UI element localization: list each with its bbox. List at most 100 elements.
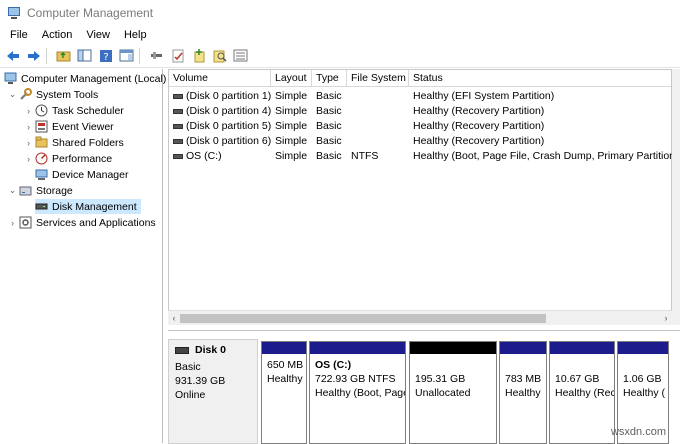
partition-size: 650 MB bbox=[267, 359, 304, 371]
event-viewer-icon bbox=[35, 120, 48, 133]
help-icon[interactable]: ? bbox=[97, 47, 114, 64]
tree-item-label: Disk Management bbox=[52, 200, 137, 213]
chevron-right-icon[interactable]: › bbox=[24, 122, 33, 132]
column-header-layout[interactable]: Layout bbox=[271, 70, 312, 87]
partition-block[interactable]: 650 MB Healthy bbox=[261, 341, 307, 444]
table-row[interactable]: (Disk 0 partition 6) Simple Basic Health… bbox=[169, 134, 671, 149]
menu-help[interactable]: Help bbox=[117, 29, 154, 41]
tree-item-system-tools[interactable]: ⌄ System Tools bbox=[8, 87, 98, 102]
cell-file-system bbox=[347, 134, 351, 149]
tree-item-storage[interactable]: ⌄ Storage bbox=[8, 183, 73, 198]
cell-volume: (Disk 0 partition 4) bbox=[169, 104, 271, 119]
tree-item-performance[interactable]: › Performance bbox=[24, 151, 112, 166]
new-icon[interactable] bbox=[190, 47, 207, 64]
table-row[interactable]: (Disk 0 partition 1) Simple Basic Health… bbox=[169, 89, 671, 104]
chevron-down-icon[interactable]: ⌄ bbox=[8, 185, 17, 196]
cell-type: Basic bbox=[316, 150, 342, 162]
search-icon[interactable] bbox=[211, 47, 228, 64]
up-folder-icon[interactable] bbox=[55, 47, 72, 64]
tree-item-label: Performance bbox=[52, 152, 113, 165]
properties-icon[interactable] bbox=[118, 47, 135, 64]
menu-bar: File Action View Help bbox=[0, 26, 680, 44]
cell-file-system bbox=[347, 89, 351, 104]
tree-item-label: Task Scheduler bbox=[52, 104, 124, 117]
volume-icon bbox=[173, 108, 183, 114]
unallocated-bar bbox=[410, 342, 496, 354]
partition-status: Healthy ( bbox=[623, 387, 666, 399]
partition-bar bbox=[618, 342, 668, 354]
column-header-status[interactable]: Status bbox=[409, 70, 671, 87]
partition-status: Unallocated bbox=[415, 387, 471, 399]
column-header-file-system[interactable]: File System bbox=[347, 70, 409, 87]
disk-drive-icon bbox=[35, 200, 48, 213]
tree-item-device-manager[interactable]: Device Manager bbox=[35, 167, 128, 182]
scroll-right-icon[interactable]: › bbox=[660, 311, 672, 326]
scrollbar-thumb[interactable] bbox=[180, 314, 546, 323]
tree-item-computer-management[interactable]: Computer Management (Local) bbox=[4, 71, 166, 86]
chevron-down-icon[interactable]: ⌄ bbox=[8, 89, 17, 100]
table-row[interactable]: (Disk 0 partition 5) Simple Basic Health… bbox=[169, 119, 671, 134]
navigation-tree: Computer Management (Local) ⌄ System Too… bbox=[0, 69, 166, 443]
partition-name: OS (C:) bbox=[315, 359, 352, 371]
shared-folder-icon bbox=[35, 136, 48, 149]
tree-item-task-scheduler[interactable]: › Task Scheduler bbox=[24, 103, 124, 118]
partition-block-os[interactable]: OS (C:) 722.93 GB NTFS Healthy (Boot, Pa… bbox=[309, 341, 406, 444]
column-header-type[interactable]: Type bbox=[312, 70, 347, 87]
partition-status: Healthy (Rec bbox=[555, 387, 614, 399]
volume-list-header: Volume Layout Type File System Status bbox=[169, 70, 671, 87]
show-hide-tree-icon[interactable] bbox=[76, 47, 93, 64]
table-row[interactable]: (Disk 0 partition 4) Simple Basic Health… bbox=[169, 104, 671, 119]
cell-type: Basic bbox=[316, 105, 342, 117]
storage-icon bbox=[19, 184, 32, 197]
disk-name: Disk 0 bbox=[195, 344, 226, 356]
disk-info-panel[interactable]: Disk 0 Basic 931.39 GB Online bbox=[168, 339, 258, 444]
menu-view[interactable]: View bbox=[79, 29, 117, 41]
cell-volume: (Disk 0 partition 6) bbox=[169, 134, 271, 149]
cell-volume: (Disk 0 partition 5) bbox=[169, 119, 271, 134]
scroll-left-icon[interactable]: ‹ bbox=[168, 311, 180, 326]
partition-block[interactable]: 10.67 GB Healthy (Rec bbox=[549, 341, 615, 444]
back-icon[interactable] bbox=[4, 47, 21, 64]
partition-size: 1.06 GB bbox=[623, 373, 662, 385]
cell-type: Basic bbox=[316, 90, 342, 102]
column-header-volume[interactable]: Volume bbox=[169, 70, 271, 87]
services-icon bbox=[19, 216, 32, 229]
cell-status: Healthy (Recovery Partition) bbox=[413, 135, 545, 147]
tree-item-label: Device Manager bbox=[52, 168, 129, 181]
connect-icon[interactable] bbox=[148, 47, 165, 64]
forward-icon[interactable] bbox=[25, 47, 42, 64]
partition-size: 10.67 GB bbox=[555, 373, 600, 385]
tree-item-event-viewer[interactable]: › Event Viewer bbox=[24, 119, 114, 134]
horizontal-scrollbar[interactable]: ‹ › bbox=[168, 310, 672, 325]
partition-status: Healthy (Boot, Page bbox=[315, 387, 405, 399]
watermark: wsxdn.com bbox=[610, 426, 666, 438]
tree-item-label: Storage bbox=[36, 184, 73, 197]
partition-status: Healthy bbox=[267, 373, 303, 385]
chevron-right-icon[interactable]: › bbox=[24, 154, 33, 164]
cell-volume: OS (C:) bbox=[169, 149, 222, 164]
cell-status: Healthy (Boot, Page File, Crash Dump, Pr… bbox=[413, 150, 679, 162]
performance-icon bbox=[35, 152, 48, 165]
chevron-right-icon[interactable]: › bbox=[8, 218, 17, 228]
chevron-right-icon[interactable]: › bbox=[24, 106, 33, 116]
tree-item-label: Shared Folders bbox=[52, 136, 124, 149]
cell-status: Healthy (Recovery Partition) bbox=[413, 120, 545, 132]
table-row[interactable]: OS (C:) Simple Basic NTFS Healthy (Boot,… bbox=[169, 149, 679, 164]
menu-action[interactable]: Action bbox=[35, 29, 80, 41]
cell-file-system bbox=[347, 119, 351, 134]
tree-item-label: Event Viewer bbox=[52, 120, 114, 133]
partition-status: Healthy bbox=[505, 387, 541, 399]
tree-item-disk-management[interactable]: Disk Management bbox=[35, 199, 141, 214]
tree-item-label: Services and Applications bbox=[36, 216, 156, 229]
vertical-scrollbar[interactable] bbox=[672, 69, 680, 325]
cell-layout: Simple bbox=[275, 120, 308, 132]
partition-block[interactable]: 783 MB Healthy bbox=[499, 341, 547, 444]
tree-item-shared-folders[interactable]: › Shared Folders bbox=[24, 135, 124, 150]
menu-file[interactable]: File bbox=[0, 29, 35, 41]
tree-item-services-applications[interactable]: › Services and Applications bbox=[8, 215, 156, 230]
check-icon[interactable] bbox=[169, 47, 186, 64]
cell-layout: Simple bbox=[275, 90, 308, 102]
partition-block-unallocated[interactable]: 195.31 GB Unallocated bbox=[409, 341, 497, 444]
list-icon[interactable] bbox=[232, 47, 249, 64]
chevron-right-icon[interactable]: › bbox=[24, 138, 33, 148]
